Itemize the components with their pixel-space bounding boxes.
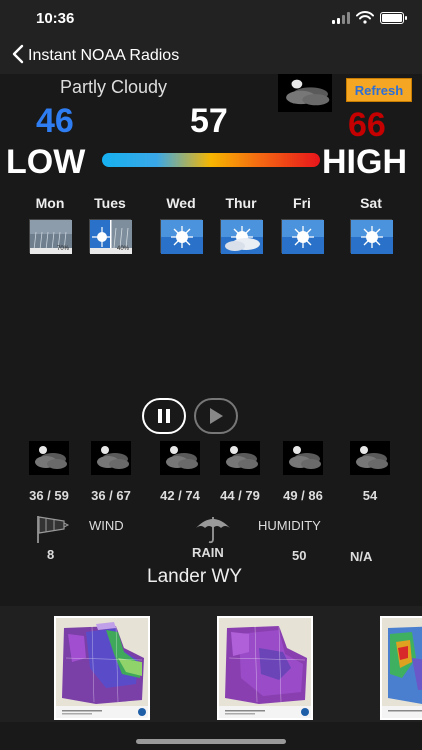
moon-cloud-icon xyxy=(283,441,323,475)
forecast-day-thur[interactable]: Thur xyxy=(220,195,262,253)
radar-map-thumbnail[interactable] xyxy=(380,616,422,720)
humidity-value: 50 xyxy=(292,548,307,563)
back-button-label: Instant NOAA Radios xyxy=(28,47,180,64)
sun-icon xyxy=(350,219,394,255)
high-label: HIGH xyxy=(322,143,407,181)
pause-button[interactable] xyxy=(142,398,186,434)
location-name: Lander WY xyxy=(147,566,243,587)
wind-value: 8 xyxy=(47,547,55,562)
sun-icon xyxy=(160,219,204,255)
moon-cloud-icon xyxy=(160,441,200,475)
forecast-day-label: Tues xyxy=(94,195,126,211)
radar-map-thumbnail[interactable] xyxy=(217,616,313,720)
play-icon xyxy=(210,408,223,424)
forecast-day-tues[interactable]: Tues 40% xyxy=(89,195,133,255)
nav-bar: Instant NOAA Radios xyxy=(0,38,422,74)
rain-label: RAIN xyxy=(192,545,224,560)
back-button[interactable]: Instant NOAA Radios xyxy=(12,44,179,68)
rain-icon: 70% xyxy=(29,219,73,255)
night-temps: 42 / 74 xyxy=(160,488,200,503)
night-forecast-6: 54 xyxy=(340,441,400,503)
forecast-day-label: Fri xyxy=(293,195,311,211)
status-time: 10:36 xyxy=(36,10,75,27)
night-temps: 36 / 59 xyxy=(29,488,69,503)
pause-icon xyxy=(158,409,170,423)
precip-percent: 70% xyxy=(56,246,69,252)
radar-map-image xyxy=(219,618,311,718)
windsock-icon xyxy=(37,516,70,543)
forecast-day-label: Sat xyxy=(360,195,382,211)
low-temperature: 46 xyxy=(36,102,74,140)
moon-cloud-icon xyxy=(91,441,131,475)
radar-map-thumbnail[interactable] xyxy=(54,616,150,720)
forecast-day-mon[interactable]: Mon 70% xyxy=(29,195,73,255)
cellular-signal-icon xyxy=(332,11,350,24)
forecast-day-label: Mon xyxy=(35,195,65,211)
battery-icon xyxy=(380,11,407,24)
wifi-icon xyxy=(356,11,374,24)
forecast-day-fri[interactable]: Fri xyxy=(281,195,325,255)
forecast-day-wed[interactable]: Wed xyxy=(160,195,204,255)
rain-value: N/A xyxy=(350,549,373,564)
night-temps: 49 / 86 xyxy=(283,488,323,503)
radar-map-image xyxy=(382,618,422,718)
precip-percent: 40% xyxy=(116,246,129,252)
night-temps: 44 / 79 xyxy=(220,488,260,503)
sun-cloud-icon xyxy=(220,219,262,253)
wind-label: WIND xyxy=(89,518,124,533)
playback-controls xyxy=(142,398,238,434)
radar-map-image xyxy=(56,618,148,718)
forecast-day-label: Thur xyxy=(225,195,257,211)
temperature-gradient-bar xyxy=(102,153,320,167)
current-temperature: 57 xyxy=(190,102,228,140)
umbrella-icon xyxy=(196,517,230,544)
night-forecast-3: 42 / 74 xyxy=(150,441,210,503)
home-indicator[interactable] xyxy=(136,739,286,744)
sun-icon xyxy=(281,219,325,255)
humidity-label: HUMIDITY xyxy=(258,518,321,533)
night-forecast-5: 49 / 86 xyxy=(273,441,333,503)
forecast-day-sat[interactable]: Sat xyxy=(350,195,394,255)
radar-map-strip[interactable] xyxy=(0,606,422,722)
night-forecast-4: 44 / 79 xyxy=(210,441,270,503)
status-icons xyxy=(332,11,407,24)
current-condition: Partly Cloudy xyxy=(60,77,168,97)
status-bar: 10:36 xyxy=(0,0,422,38)
chevron-left-icon xyxy=(12,44,24,68)
high-temperature: 66 xyxy=(348,106,386,144)
moon-cloud-icon xyxy=(29,441,69,475)
night-forecast-1: 36 / 59 xyxy=(19,441,79,503)
night-temps: 36 / 67 xyxy=(91,488,131,503)
night-forecast-2: 36 / 67 xyxy=(81,441,141,503)
low-label: LOW xyxy=(6,143,86,181)
refresh-button[interactable]: Refresh xyxy=(346,78,412,102)
forecast-day-label: Wed xyxy=(166,195,196,211)
moon-cloud-icon xyxy=(278,74,332,112)
play-button[interactable] xyxy=(194,398,238,434)
moon-cloud-icon xyxy=(220,441,260,475)
night-temps: 54 xyxy=(362,488,378,503)
sun-rain-icon: 40% xyxy=(89,219,133,255)
moon-cloud-icon xyxy=(350,441,390,475)
